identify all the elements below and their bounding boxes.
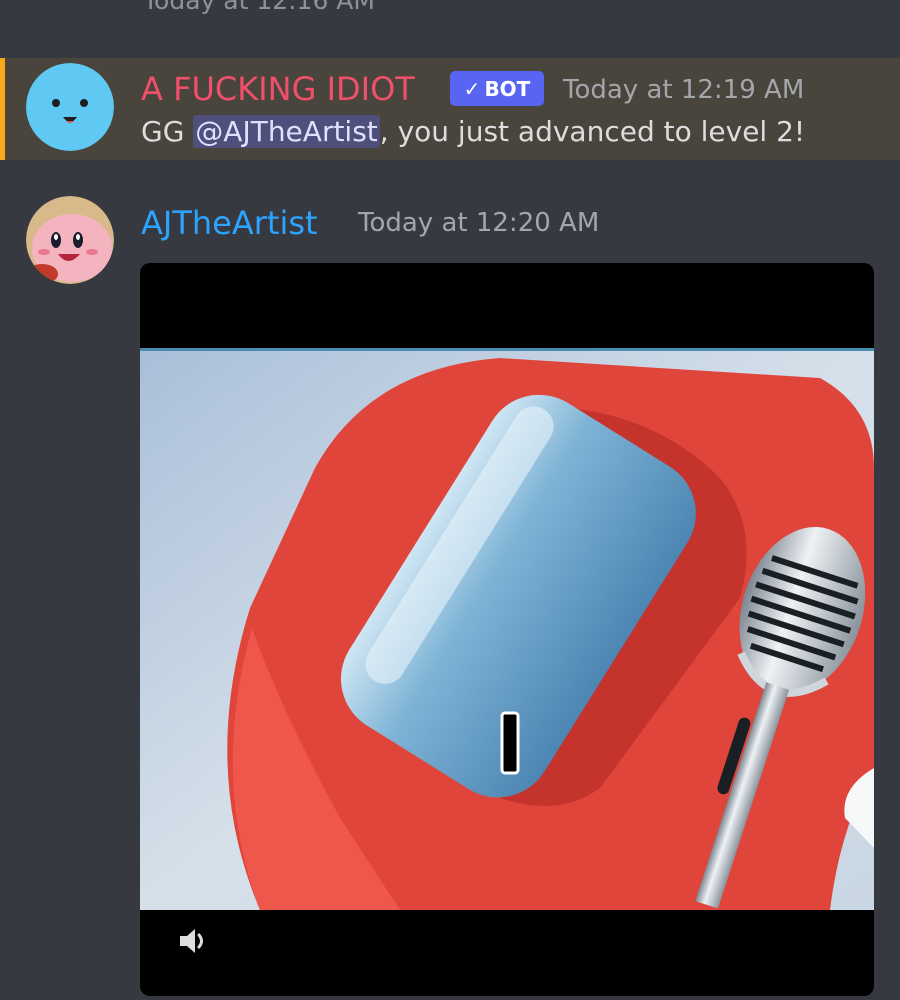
bot-avatar[interactable] [26, 63, 114, 151]
volume-button[interactable] [162, 911, 226, 975]
speaker-icon [178, 926, 210, 960]
video-attachment[interactable] [140, 263, 874, 996]
previous-message-timestamp: Today at 12:16 AM [143, 0, 375, 15]
user-author-name[interactable]: AJTheArtist [141, 204, 318, 242]
bot-message-timestamp: Today at 12:19 AM [563, 75, 805, 105]
mention-highlight-bar [0, 58, 5, 160]
bot-tag-label: BOT [484, 76, 531, 101]
bot-author-name[interactable]: A FUCKING IDIOT [141, 70, 415, 108]
user-avatar[interactable] [26, 196, 114, 284]
bot-message-text: GG @AJTheArtist, you just advanced to le… [141, 115, 805, 148]
user-mention[interactable]: @AJTheArtist [193, 115, 380, 148]
checkmark-icon: ✓ [463, 76, 481, 101]
bot-tag: ✓ BOT [450, 71, 544, 106]
user-message-timestamp: Today at 12:20 AM [358, 208, 600, 238]
video-frame[interactable] [140, 348, 874, 910]
message-text-before: GG [141, 115, 194, 148]
message-text-after: , you just advanced to level 2! [379, 115, 806, 148]
